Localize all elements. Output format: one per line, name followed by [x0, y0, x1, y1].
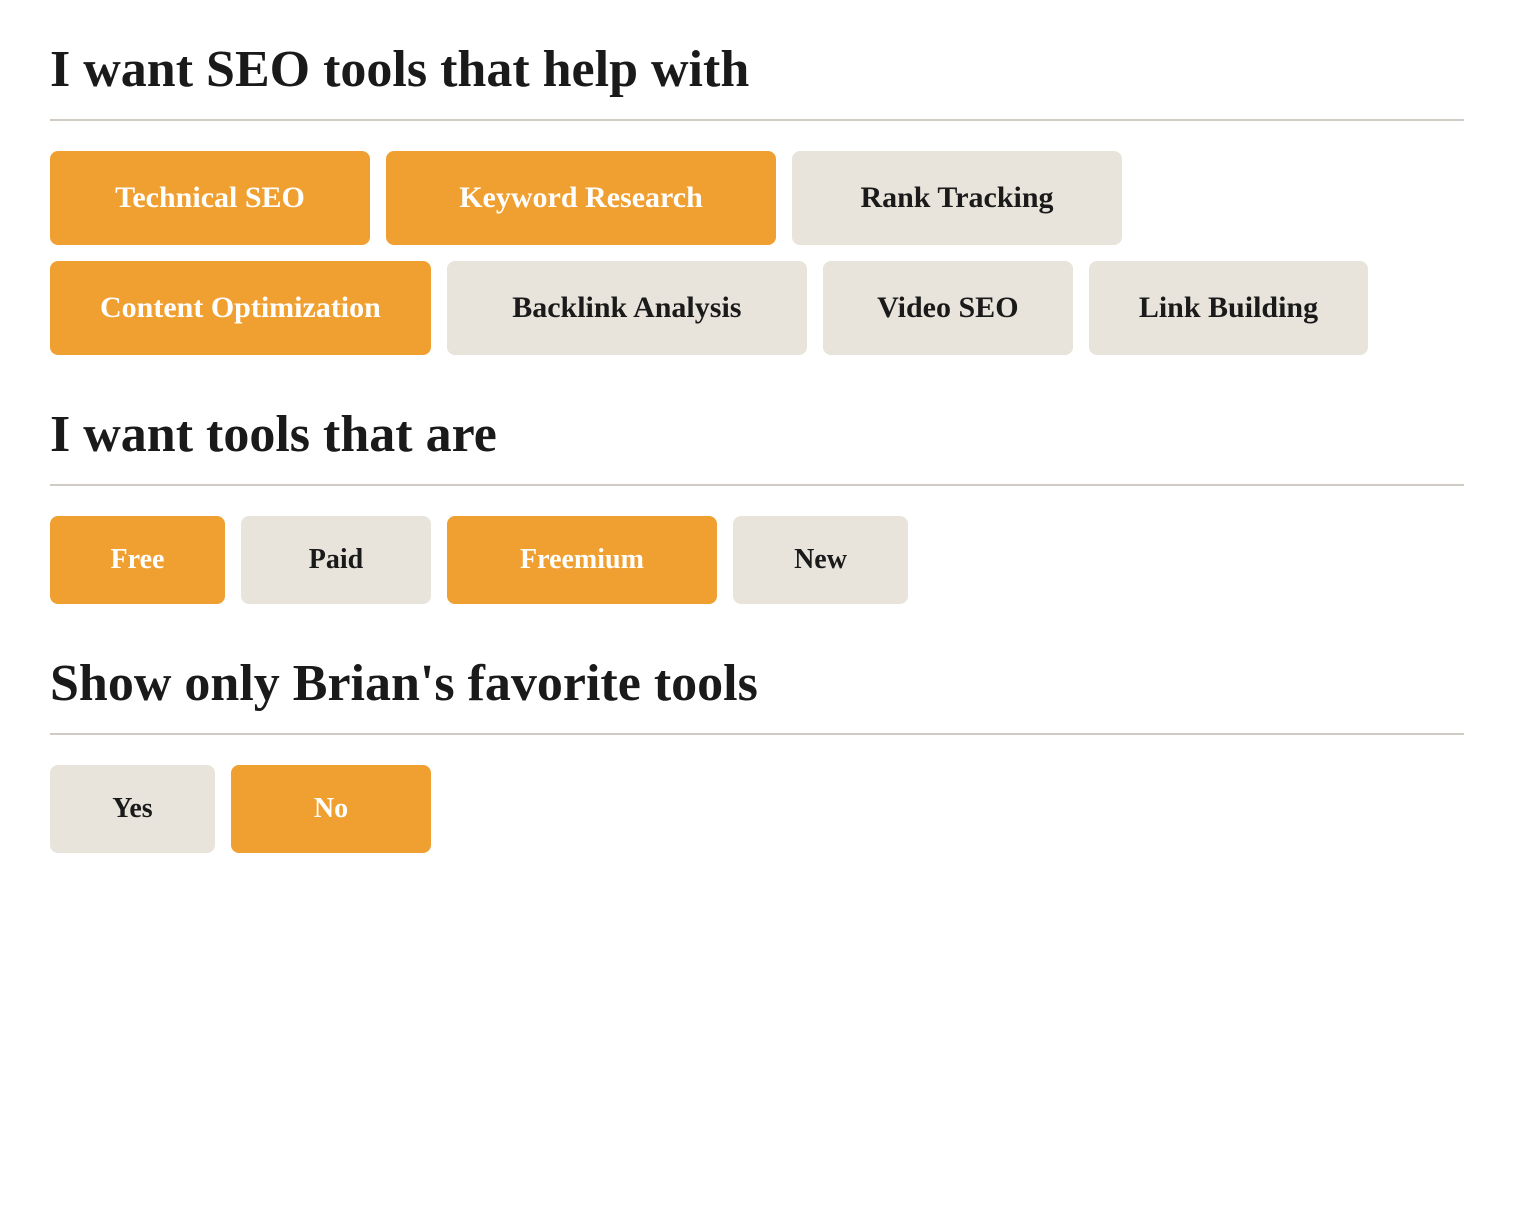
btn-content-optimization[interactable]: Content Optimization: [50, 261, 431, 355]
btn-keyword-research[interactable]: Keyword Research: [386, 151, 776, 245]
tool-type-title: I want tools that are: [50, 405, 1464, 464]
favorites-title: Show only Brian's favorite tools: [50, 654, 1464, 713]
seo-help-title: I want SEO tools that help with: [50, 40, 1464, 99]
btn-no[interactable]: No: [231, 765, 431, 853]
favorites-section: Show only Brian's favorite tools Yes No: [50, 654, 1464, 853]
btn-rank-tracking[interactable]: Rank Tracking: [792, 151, 1122, 245]
btn-link-building[interactable]: Link Building: [1089, 261, 1368, 355]
tool-type-section: I want tools that are Free Paid Freemium…: [50, 405, 1464, 604]
btn-yes[interactable]: Yes: [50, 765, 215, 853]
seo-help-section: I want SEO tools that help with Technica…: [50, 40, 1464, 355]
btn-new[interactable]: New: [733, 516, 908, 604]
divider-1: [50, 119, 1464, 121]
btn-paid[interactable]: Paid: [241, 516, 431, 604]
btn-technical-seo[interactable]: Technical SEO: [50, 151, 370, 245]
favorites-buttons: Yes No: [50, 765, 1464, 853]
seo-type-buttons: Technical SEO Keyword Research Rank Trac…: [50, 151, 1464, 355]
btn-freemium[interactable]: Freemium: [447, 516, 717, 604]
divider-3: [50, 733, 1464, 735]
tool-type-buttons: Free Paid Freemium New: [50, 516, 1464, 604]
btn-video-seo[interactable]: Video SEO: [823, 261, 1073, 355]
btn-backlink-analysis[interactable]: Backlink Analysis: [447, 261, 807, 355]
btn-free[interactable]: Free: [50, 516, 225, 604]
divider-2: [50, 484, 1464, 486]
